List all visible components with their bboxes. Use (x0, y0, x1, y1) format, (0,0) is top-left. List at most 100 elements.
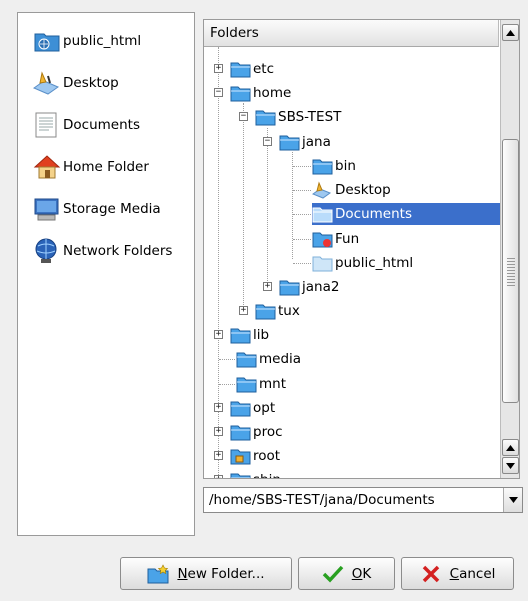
expand-icon[interactable]: + (239, 306, 248, 315)
sidebar-item-label: Home Folder (63, 159, 149, 175)
expand-icon[interactable]: + (214, 451, 223, 460)
folder-open-icon (255, 108, 276, 126)
sidebar-item-network-folders[interactable]: Network Folders (32, 235, 172, 267)
chevron-down-icon (508, 497, 518, 503)
cancel-x-icon (420, 564, 442, 584)
label-rest: ancel (459, 565, 496, 582)
checkmark-icon (322, 564, 344, 584)
expand-icon[interactable]: + (214, 330, 223, 339)
collapse-icon[interactable]: − (263, 137, 272, 146)
tree-row-label: mnt (259, 376, 286, 392)
sidebar-item-documents[interactable]: Documents (32, 109, 140, 141)
expand-icon[interactable]: + (263, 282, 272, 291)
folder-open-icon (279, 133, 300, 151)
sidebar-item-label: Documents (63, 117, 140, 133)
folder-locked-icon (230, 447, 251, 465)
tree-row-opt[interactable]: + opt (214, 397, 277, 419)
tree-line (293, 239, 311, 240)
tree-row-jana[interactable]: − jana (263, 131, 333, 153)
sidebar-item-public-html[interactable]: public_html (32, 25, 141, 57)
tree-line (219, 359, 235, 360)
sidebar-item-label: Network Folders (63, 243, 173, 259)
tree-row-jana2[interactable]: + jana2 (263, 276, 341, 298)
scroll-up-button-bottom[interactable] (502, 439, 519, 456)
expand-icon[interactable]: + (214, 427, 223, 436)
expand-icon[interactable]: + (214, 475, 223, 478)
tree-row-home[interactable]: − home (214, 82, 293, 104)
tree-row-label: home (253, 85, 292, 101)
collapse-icon[interactable]: − (239, 112, 248, 121)
sidebar-item-storage-media[interactable]: Storage Media (32, 193, 161, 225)
cancel-button[interactable]: Cancel (401, 557, 514, 590)
tree-row-proc[interactable]: + proc (214, 421, 285, 443)
desktop-icon (311, 181, 333, 199)
tree-row-label: Desktop (335, 182, 391, 198)
sidebar-item-desktop[interactable]: Desktop (32, 67, 119, 99)
collapse-icon[interactable]: − (214, 88, 223, 97)
mnemonic: C (449, 565, 460, 582)
tree-row-root[interactable]: + root (214, 445, 282, 467)
home-icon (32, 152, 62, 182)
tree-row-public-html[interactable]: public_html (312, 252, 415, 274)
tree-row-label: jana2 (302, 279, 340, 295)
tree-line (293, 263, 311, 264)
tree-row-lib[interactable]: + lib (214, 324, 271, 346)
path-dropdown-button[interactable] (503, 488, 522, 512)
folder-icon (230, 326, 251, 344)
path-combobox[interactable]: /home/SBS-TEST/jana/Documents (203, 487, 523, 513)
ok-button[interactable]: OK (298, 557, 395, 590)
tree-row-fun[interactable]: Fun (312, 228, 361, 250)
folder-icon (230, 399, 251, 417)
tree-column-header[interactable]: Folders (204, 20, 499, 47)
tree-line (219, 384, 235, 385)
tree-line (293, 214, 311, 215)
folder-icon (312, 205, 333, 223)
folder-fun-icon (312, 230, 333, 248)
folder-tree[interactable]: Folders + etc − home − SBS-TEST − jana b… (203, 19, 520, 479)
folder-icon (230, 471, 251, 478)
folder-icon (255, 302, 276, 320)
tree-line (293, 166, 311, 167)
tree-row-mnt[interactable]: mnt (236, 373, 288, 395)
tree-row-label: public_html (335, 255, 414, 271)
tree-row-label: lib (253, 327, 270, 343)
tree-row-tux[interactable]: + tux (239, 300, 302, 322)
new-folder-label: New Folder... (177, 566, 264, 582)
tree-line (243, 103, 244, 313)
arrow-up-icon (506, 29, 515, 36)
new-folder-icon (147, 563, 169, 584)
sidebar-item-home-folder[interactable]: Home Folder (32, 151, 149, 183)
scrollbar-thumb[interactable] (502, 139, 519, 403)
tree-row-label: bin (335, 158, 356, 174)
folder-open-icon (230, 84, 251, 102)
expand-icon[interactable]: + (214, 403, 223, 412)
tree-row-sbin[interactable]: + sbin (214, 469, 283, 478)
storage-media-icon (32, 194, 62, 224)
path-input[interactable]: /home/SBS-TEST/jana/Documents (204, 492, 503, 508)
tree-row-label: etc (253, 61, 275, 77)
documents-icon (32, 110, 62, 140)
sidebar-item-label: Storage Media (63, 201, 161, 217)
tree-row-label: Fun (335, 231, 360, 247)
tree-scrollbar[interactable] (500, 20, 519, 478)
cancel-label: Cancel (450, 566, 496, 582)
scroll-up-button[interactable] (502, 24, 519, 41)
sidebar-item-label: Desktop (63, 75, 119, 91)
tree-row-documents[interactable]: Documents (312, 203, 501, 225)
tree-line (293, 190, 311, 191)
tree-row-sbs-test[interactable]: − SBS-TEST (239, 106, 343, 128)
expand-icon[interactable]: + (214, 64, 223, 73)
tree-line (292, 152, 293, 259)
tree-row-label: proc (253, 424, 283, 440)
tree-row-media[interactable]: media (236, 348, 303, 370)
tree-row-bin[interactable]: bin (312, 155, 358, 177)
tree-row-label: root (253, 448, 281, 464)
scroll-down-button[interactable] (502, 457, 519, 474)
folder-icon (230, 60, 251, 78)
tree-row-label: jana (302, 134, 331, 150)
new-folder-button[interactable]: New Folder... (120, 557, 292, 590)
tree-row-desktop[interactable]: Desktop (311, 179, 393, 201)
tree-row-etc[interactable]: + etc (214, 58, 276, 80)
folder-icon (279, 278, 300, 296)
tree-row-label: opt (253, 400, 276, 416)
